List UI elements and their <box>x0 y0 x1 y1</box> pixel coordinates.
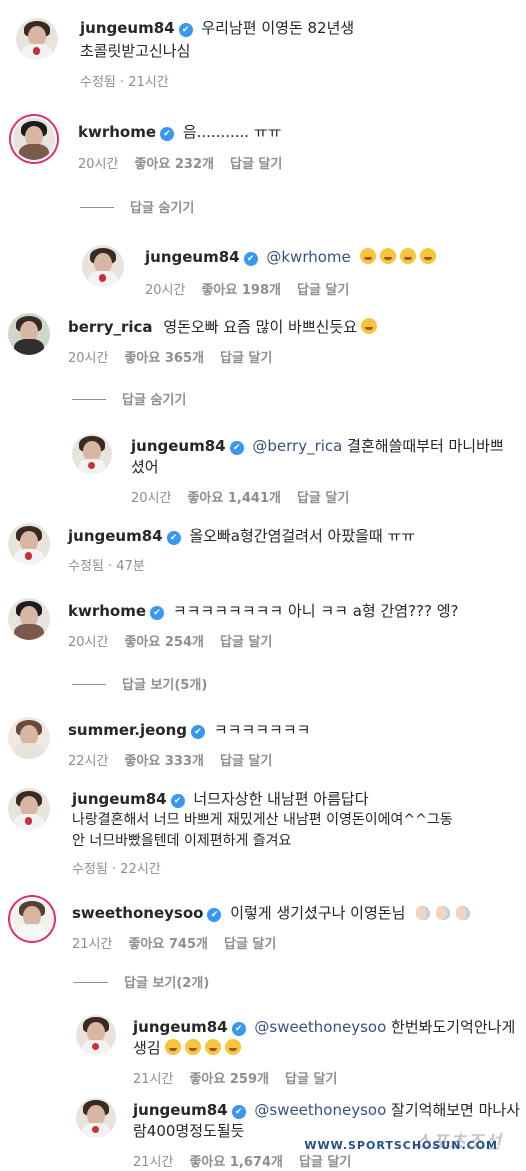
verified-badge-icon: ✔ <box>178 23 193 37</box>
comment-text-line2: 람400명정도될듯 <box>133 1122 245 1140</box>
username-link[interactable]: kwrhome <box>68 602 146 620</box>
comment-text-line2: 생김 <box>133 1039 161 1057</box>
reply-button[interactable]: 답글 달기 <box>230 157 282 172</box>
user-avatar[interactable] <box>76 1098 116 1138</box>
username-link[interactable]: sweethoneysoo <box>72 904 203 922</box>
username-link[interactable]: jungeum84 <box>80 19 175 37</box>
reply-button[interactable]: 답글 달기 <box>297 283 349 298</box>
likes-count[interactable]: 좋아요 254개 <box>124 635 204 650</box>
user-avatar[interactable] <box>12 899 52 939</box>
user-avatar[interactable] <box>8 598 50 640</box>
comment-text-line2: 셨어 <box>131 458 159 476</box>
mention-link[interactable]: @berry_rica <box>252 437 342 455</box>
comment-text: 영돈오빠 요즘 많이 바쁘신듯요 <box>163 318 358 336</box>
comment-time[interactable]: 20시간 <box>78 157 118 172</box>
likes-count[interactable]: 좋아요 198개 <box>201 283 281 298</box>
username-link[interactable]: kwrhome <box>78 123 156 141</box>
comment-time[interactable]: 20시간 <box>68 351 108 366</box>
verified-badge-icon: ✔ <box>229 441 244 455</box>
reply-button[interactable]: 답글 달기 <box>297 491 349 506</box>
comment-time[interactable]: 수정됨 · 47분 <box>68 559 145 574</box>
comment-time[interactable]: 20시간 <box>145 283 185 298</box>
comment-time[interactable]: 20시간 <box>68 635 108 650</box>
likes-count[interactable]: 좋아요 1,441개 <box>187 491 281 506</box>
verified-badge-icon: ✔ <box>160 127 175 141</box>
verified-badge-icon: ✔ <box>243 252 258 266</box>
watermark-url: WWW.SPORTSCHOSUN.COM <box>304 1139 498 1152</box>
username-link[interactable]: berry_rica <box>68 318 153 336</box>
likes-count[interactable]: 좋아요 1,674개 <box>189 1155 283 1170</box>
comment-text: ㅋㅋㅋㅋㅋㅋㅋㅋ 아니 ㅋㅋ a형 간염??? 엥? <box>172 602 459 620</box>
hide-replies-toggle[interactable]: 답글 숨기기 <box>80 197 194 216</box>
user-avatar[interactable] <box>82 245 124 287</box>
comment-text: 올오빠a형간염걸려서 아팠을때 ㅠㅠ <box>189 527 416 545</box>
user-avatar[interactable] <box>72 434 112 474</box>
comment-time[interactable]: 20시간 <box>131 491 171 506</box>
verified-badge-icon: ✔ <box>166 531 181 545</box>
username-link[interactable]: jungeum84 <box>145 248 240 266</box>
comment-time[interactable]: 수정됨 · 21시간 <box>80 75 169 90</box>
username-link[interactable]: jungeum84 <box>133 1018 228 1036</box>
reply-button[interactable]: 답글 달기 <box>220 635 272 650</box>
reply-button[interactable]: 답글 달기 <box>220 754 272 769</box>
divider-line <box>72 684 106 685</box>
comment-text: 잘기억해보면 마나사 <box>391 1101 521 1119</box>
username-link[interactable]: jungeum84 <box>131 437 226 455</box>
comment-text-line2: 나랑결혼해서 너므 바쁘게 재밌게산 내남편 이영돈이에여^^그동 <box>72 812 453 828</box>
verified-badge-icon: ✔ <box>191 725 206 739</box>
user-avatar[interactable] <box>8 717 50 759</box>
mention-link[interactable]: @kwrhome <box>266 248 350 266</box>
laughing-emoji-icon <box>356 248 436 266</box>
view-replies-toggle[interactable]: 답글 보기(5개) <box>72 674 207 693</box>
likes-count[interactable]: 좋아요 259개 <box>189 1072 269 1087</box>
mention-link[interactable]: @sweethoneysoo <box>254 1018 386 1036</box>
user-avatar[interactable] <box>8 313 50 355</box>
comment-time[interactable]: 21시간 <box>133 1072 173 1087</box>
comment-time[interactable]: 21시간 <box>133 1155 173 1170</box>
divider-line <box>72 399 106 400</box>
reply-button[interactable]: 답글 달기 <box>299 1155 351 1170</box>
username-link[interactable]: summer.jeong <box>68 721 187 739</box>
comment-text: 한번봐도기억안나게 <box>391 1018 516 1036</box>
comment-text: 이렇게 생기셨구나 이영돈님 <box>230 904 406 922</box>
user-avatar[interactable] <box>13 118 55 160</box>
rofl-emoji-icon <box>361 318 378 334</box>
comment-text-line2: 초콜릿받고신나심 <box>80 42 191 60</box>
username-link[interactable]: jungeum84 <box>68 527 163 545</box>
user-avatar[interactable] <box>8 788 50 830</box>
likes-count[interactable]: 좋아요 365개 <box>124 351 204 366</box>
reply-button[interactable]: 답글 달기 <box>285 1072 337 1087</box>
likes-count[interactable]: 좋아요 333개 <box>124 754 204 769</box>
laughing-emoji-icon <box>161 1039 241 1057</box>
username-link[interactable]: jungeum84 <box>133 1101 228 1119</box>
verified-badge-icon: ✔ <box>231 1022 246 1036</box>
divider-line <box>80 207 114 208</box>
likes-count[interactable]: 좋아요 745개 <box>128 937 208 952</box>
verified-badge-icon: ✔ <box>207 908 222 922</box>
comment-time[interactable]: 22시간 <box>68 754 108 769</box>
comment-text: 너므자상한 내남편 아름답다 <box>193 790 369 808</box>
comment-time[interactable]: 21시간 <box>72 937 112 952</box>
user-avatar[interactable] <box>76 1015 116 1055</box>
comment-text: 음........... ㅠㅠ <box>182 123 282 141</box>
divider-line <box>74 982 108 983</box>
verified-badge-icon: ✔ <box>231 1105 246 1119</box>
view-replies-toggle[interactable]: 답글 보기(2개) <box>74 972 209 991</box>
reply-button[interactable]: 답글 달기 <box>224 937 276 952</box>
comment-time[interactable]: 수정됨 · 22시간 <box>72 862 161 877</box>
comment-text: ㅋㅋㅋㅋㅋㅋㅋ <box>213 721 311 739</box>
reply-button[interactable]: 답글 달기 <box>220 351 272 366</box>
user-avatar[interactable] <box>16 18 58 60</box>
hide-replies-toggle[interactable]: 답글 숨기기 <box>72 389 186 408</box>
user-avatar[interactable] <box>8 523 50 565</box>
verified-badge-icon: ✔ <box>170 794 185 808</box>
comment-text: 우리남편 이영돈 82년생 <box>201 19 355 37</box>
verified-badge-icon: ✔ <box>150 606 165 620</box>
comment-text: 결혼해쓸때부터 마니바쁘 <box>347 437 504 455</box>
likes-count[interactable]: 좋아요 232개 <box>134 157 214 172</box>
clapping-emoji-icon <box>410 904 471 922</box>
mention-link[interactable]: @sweethoneysoo <box>254 1101 386 1119</box>
username-link[interactable]: jungeum84 <box>72 790 167 808</box>
comment-text-line3: 안 너므바빴을텐데 이제편하게 즐겨요 <box>72 833 292 849</box>
